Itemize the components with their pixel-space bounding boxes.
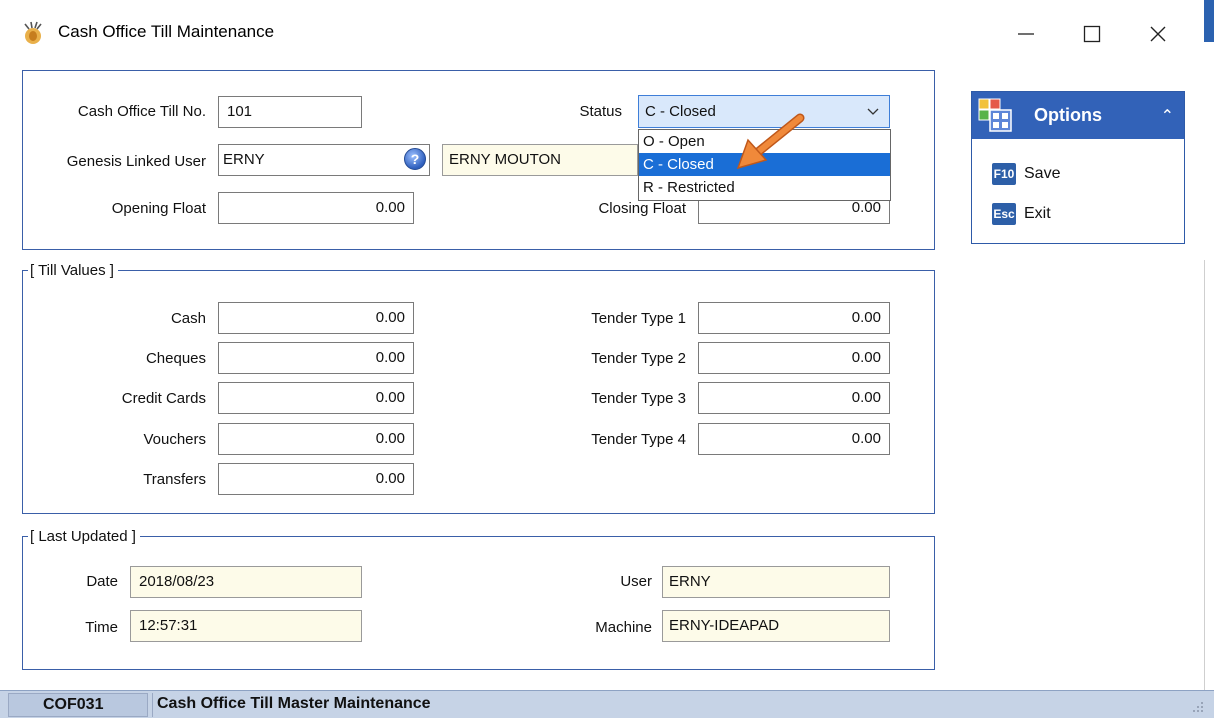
maximize-icon xyxy=(1083,25,1101,43)
resize-grip-icon[interactable] xyxy=(1190,699,1204,713)
options-header[interactable]: Options ⌃ xyxy=(972,92,1184,139)
status-bar: COF031 Cash Office Till Master Maintenan… xyxy=(0,690,1214,718)
esc-key-icon: Esc xyxy=(992,203,1016,225)
closing-float-label: Closing Float xyxy=(598,200,686,217)
status-dropdown-list[interactable]: O - Open C - Closed R - Restricted xyxy=(638,129,891,201)
last-updated-panel xyxy=(22,536,935,670)
till-values-group-label: [ Till Values ] xyxy=(28,262,118,279)
time-label: Time xyxy=(85,619,118,636)
till-no-label: Cash Office Till No. xyxy=(77,103,206,120)
vouchers-field[interactable]: 0.00 xyxy=(218,423,414,455)
close-icon xyxy=(1150,26,1166,42)
machine-label: Machine xyxy=(595,619,652,636)
cash-label: Cash xyxy=(170,310,206,327)
cheques-label: Cheques xyxy=(145,350,206,367)
opening-float-label: Opening Float xyxy=(111,200,206,217)
minimize-button[interactable] xyxy=(1006,14,1046,54)
exit-option[interactable]: Esc Exit xyxy=(992,202,1051,226)
edge-accent xyxy=(1204,0,1214,42)
tender-type-4-label: Tender Type 4 xyxy=(591,431,686,448)
screen-description: Cash Office Till Master Maintenance xyxy=(152,693,431,717)
tender-type-1-label: Tender Type 1 xyxy=(591,310,686,327)
user-label: User xyxy=(620,573,652,590)
chevron-down-icon xyxy=(867,108,879,115)
minimize-icon xyxy=(1018,33,1034,35)
screen-code: COF031 xyxy=(8,693,148,717)
transfers-field[interactable]: 0.00 xyxy=(218,463,414,495)
tender-type-2-label: Tender Type 2 xyxy=(591,350,686,367)
maximize-button[interactable] xyxy=(1072,14,1112,54)
status-selected-value: C - Closed xyxy=(645,103,716,120)
last-updated-group-label: [ Last Updated ] xyxy=(28,528,140,545)
credit-cards-field[interactable]: 0.00 xyxy=(218,382,414,414)
right-divider xyxy=(1204,260,1205,690)
status-option-open[interactable]: O - Open xyxy=(639,130,890,153)
time-field: 12:57:31 xyxy=(130,610,362,642)
tender-type-4-field[interactable]: 0.00 xyxy=(698,423,890,455)
window-title: Cash Office Till Maintenance xyxy=(58,22,275,41)
till-no-field[interactable]: 101 xyxy=(218,96,362,128)
lookup-help-icon[interactable]: ? xyxy=(404,148,426,170)
opening-float-field[interactable]: 0.00 xyxy=(218,192,414,224)
f10-key-icon: F10 xyxy=(992,163,1016,185)
exit-option-label: Exit xyxy=(1024,205,1051,222)
status-option-closed[interactable]: C - Closed xyxy=(639,153,890,176)
cash-field[interactable]: 0.00 xyxy=(218,302,414,334)
transfers-label: Transfers xyxy=(143,471,206,488)
options-grid-icon xyxy=(978,98,1012,132)
cheques-field[interactable]: 0.00 xyxy=(218,342,414,374)
date-label: Date xyxy=(86,573,118,590)
title-bar: Cash Office Till Maintenance xyxy=(0,0,1214,64)
tender-type-1-field[interactable]: 0.00 xyxy=(698,302,890,334)
app-logo-icon xyxy=(24,21,42,44)
options-panel: Options ⌃ F10 Save Esc Exit xyxy=(971,91,1185,244)
tender-type-3-field[interactable]: 0.00 xyxy=(698,382,890,414)
collapse-chevron-icon[interactable]: ⌃ xyxy=(1161,106,1174,126)
status-select[interactable]: C - Closed xyxy=(638,95,890,128)
linked-user-label: Genesis Linked User xyxy=(66,153,206,170)
save-option-label: Save xyxy=(1024,165,1061,182)
save-option[interactable]: F10 Save xyxy=(992,162,1060,186)
vouchers-label: Vouchers xyxy=(143,431,206,448)
tender-type-3-label: Tender Type 3 xyxy=(591,390,686,407)
machine-field: ERNY-IDEAPAD xyxy=(662,610,890,642)
linked-user-code-field[interactable]: ERNY xyxy=(218,144,430,176)
tender-type-2-field[interactable]: 0.00 xyxy=(698,342,890,374)
status-label: Status xyxy=(579,103,622,120)
credit-cards-label: Credit Cards xyxy=(121,390,206,407)
date-field: 2018/08/23 xyxy=(130,566,362,598)
close-button[interactable] xyxy=(1138,14,1178,54)
status-option-restricted[interactable]: R - Restricted xyxy=(639,176,890,199)
options-title: Options xyxy=(1034,105,1102,125)
user-field: ERNY xyxy=(662,566,890,598)
linked-user-name-field: ERNY MOUTON xyxy=(442,144,638,176)
